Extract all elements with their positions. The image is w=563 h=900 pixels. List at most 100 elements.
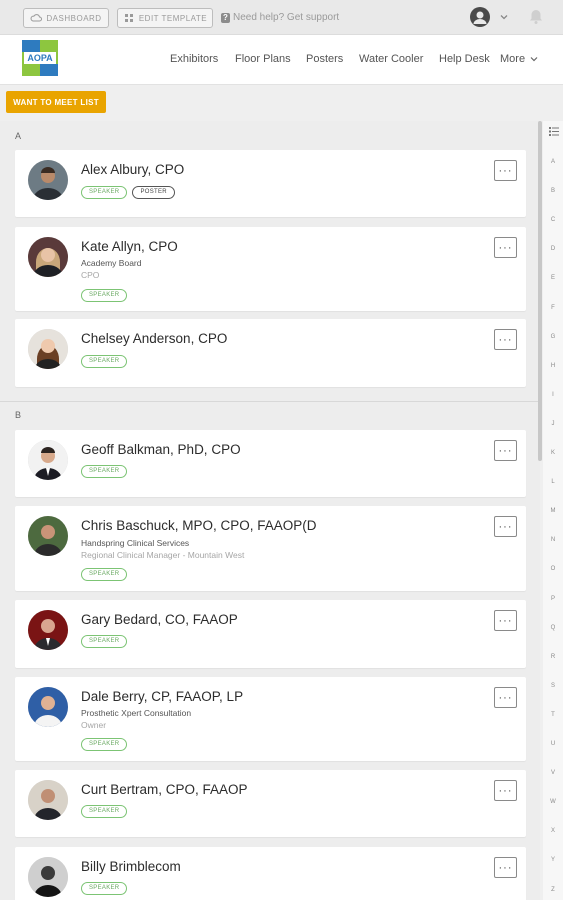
list-scrollbar[interactable] bbox=[538, 121, 542, 461]
alphabet-letter-p[interactable]: P bbox=[543, 596, 563, 602]
person-name: Alex Albury, CPO bbox=[81, 162, 185, 177]
nav-more[interactable]: More bbox=[500, 53, 538, 65]
dashboard-label: DASHBOARD bbox=[46, 13, 102, 23]
aopa-logo[interactable]: AOPA bbox=[22, 40, 58, 76]
cloud-icon bbox=[30, 14, 43, 22]
user-avatar[interactable] bbox=[470, 7, 490, 27]
person-name: Kate Allyn, CPO bbox=[81, 239, 178, 254]
alphabet-letter-z[interactable]: Z bbox=[543, 887, 563, 893]
alphabet-letter-v[interactable]: V bbox=[543, 770, 563, 776]
bell-icon[interactable] bbox=[528, 8, 544, 26]
speaker-badge: SPEAKER bbox=[81, 186, 128, 199]
person-title: Owner bbox=[81, 720, 107, 730]
alphabet-letter-i[interactable]: I bbox=[543, 392, 563, 398]
badge-group: SPEAKER bbox=[81, 882, 128, 895]
alphabet-letter-l[interactable]: L bbox=[543, 479, 563, 485]
speaker-badge: SPEAKER bbox=[81, 805, 128, 818]
person-title: CPO bbox=[81, 270, 100, 280]
person-card[interactable]: Dale Berry, CP, FAAOP, LP Prosthetic Xpe… bbox=[15, 677, 526, 761]
alphabet-letter-n[interactable]: N bbox=[543, 537, 563, 543]
speaker-badge: SPEAKER bbox=[81, 882, 128, 895]
alphabet-letter-q[interactable]: Q bbox=[543, 625, 563, 631]
speaker-badge: SPEAKER bbox=[81, 738, 128, 751]
badge-group: SPEAKER bbox=[81, 355, 128, 368]
more-options-button[interactable]: ··· bbox=[494, 329, 517, 350]
help-label: Need help? Get support bbox=[233, 12, 340, 23]
alphabet-letter-h[interactable]: H bbox=[543, 363, 563, 369]
badge-group: SPEAKER POSTER bbox=[81, 186, 175, 199]
alphabet-letter-o[interactable]: O bbox=[543, 566, 563, 572]
person-organization: Handspring Clinical Services bbox=[81, 538, 190, 548]
person-card[interactable]: Chelsey Anderson, CPO SPEAKER ··· bbox=[15, 319, 526, 387]
person-name: Gary Bedard, CO, FAAOP bbox=[81, 612, 238, 627]
more-options-button[interactable]: ··· bbox=[494, 780, 517, 801]
nav-exhibitors[interactable]: Exhibitors bbox=[170, 53, 218, 65]
nav-water-cooler[interactable]: Water Cooler bbox=[359, 53, 423, 65]
nav-posters[interactable]: Posters bbox=[306, 53, 343, 65]
person-name: Chris Baschuck, MPO, CPO, FAAOP(D bbox=[81, 518, 317, 533]
person-photo bbox=[28, 780, 68, 820]
list-icon[interactable] bbox=[549, 127, 559, 136]
alphabet-letter-d[interactable]: D bbox=[543, 246, 563, 252]
alphabet-letter-j[interactable]: J bbox=[543, 421, 563, 427]
grid-icon bbox=[124, 14, 133, 22]
more-options-button[interactable]: ··· bbox=[494, 160, 517, 181]
person-photo bbox=[28, 857, 68, 897]
person-card[interactable]: Alex Albury, CPO SPEAKER POSTER ··· bbox=[15, 150, 526, 217]
alphabet-letter-a[interactable]: A bbox=[543, 159, 563, 165]
person-photo bbox=[28, 610, 68, 650]
person-organization: Prosthetic Xpert Consultation bbox=[81, 708, 192, 718]
badge-group: SPEAKER bbox=[81, 805, 128, 818]
help-icon: ? bbox=[221, 12, 230, 23]
help-link[interactable]: ? Need help? Get support bbox=[221, 12, 339, 23]
alphabet-letter-c[interactable]: C bbox=[543, 217, 563, 223]
alphabet-letter-s[interactable]: S bbox=[543, 683, 563, 689]
user-icon bbox=[473, 11, 487, 24]
more-options-button[interactable]: ··· bbox=[494, 516, 517, 537]
alphabet-letter-b[interactable]: B bbox=[543, 188, 563, 194]
person-card[interactable]: Curt Bertram, CPO, FAAOP SPEAKER ··· bbox=[15, 770, 526, 837]
chevron-down-icon[interactable] bbox=[498, 11, 510, 23]
more-options-button[interactable]: ··· bbox=[494, 857, 517, 878]
alphabet-letter-y[interactable]: Y bbox=[543, 857, 563, 863]
alphabet-letter-e[interactable]: E bbox=[543, 275, 563, 281]
speaker-badge: SPEAKER bbox=[81, 568, 128, 581]
nav-floor-plans[interactable]: Floor Plans bbox=[235, 53, 291, 65]
alphabet-letter-k[interactable]: K bbox=[543, 450, 563, 456]
person-name: Curt Bertram, CPO, FAAOP bbox=[81, 782, 248, 797]
person-photo bbox=[28, 237, 68, 277]
person-photo bbox=[28, 687, 68, 727]
alphabet-letter-w[interactable]: W bbox=[543, 799, 563, 805]
section-divider bbox=[0, 401, 540, 402]
person-photo bbox=[28, 329, 68, 369]
section-letter: A bbox=[15, 131, 22, 141]
alphabet-letter-f[interactable]: F bbox=[543, 305, 563, 311]
more-options-button[interactable]: ··· bbox=[494, 237, 517, 258]
person-name: Billy Brimblecom bbox=[81, 859, 181, 874]
person-name: Chelsey Anderson, CPO bbox=[81, 331, 228, 346]
alphabet-letter-g[interactable]: G bbox=[543, 334, 563, 340]
alphabet-letter-x[interactable]: X bbox=[543, 828, 563, 834]
speaker-badge: SPEAKER bbox=[81, 355, 128, 368]
dashboard-button[interactable]: DASHBOARD bbox=[23, 8, 109, 28]
badge-group: SPEAKER bbox=[81, 289, 128, 302]
person-card[interactable]: Kate Allyn, CPO Academy Board CPO SPEAKE… bbox=[15, 227, 526, 311]
person-photo bbox=[28, 160, 68, 200]
person-card[interactable]: Billy Brimblecom SPEAKER ··· bbox=[15, 847, 526, 900]
want-to-meet-list-button[interactable]: WANT TO MEET LIST bbox=[6, 91, 106, 113]
person-card[interactable]: Geoff Balkman, PhD, CPO SPEAKER ··· bbox=[15, 430, 526, 497]
alphabet-letter-r[interactable]: R bbox=[543, 654, 563, 660]
alphabet-letter-u[interactable]: U bbox=[543, 741, 563, 747]
more-options-button[interactable]: ··· bbox=[494, 610, 517, 631]
speaker-badge: SPEAKER bbox=[81, 465, 128, 478]
more-options-button[interactable]: ··· bbox=[494, 687, 517, 708]
poster-badge: POSTER bbox=[132, 186, 175, 199]
alphabet-letter-m[interactable]: M bbox=[543, 508, 563, 514]
person-card[interactable]: Chris Baschuck, MPO, CPO, FAAOP(D Handsp… bbox=[15, 506, 526, 591]
alphabet-letter-t[interactable]: T bbox=[543, 712, 563, 718]
edit-template-button[interactable]: EDIT TEMPLATE bbox=[117, 8, 213, 28]
more-options-button[interactable]: ··· bbox=[494, 440, 517, 461]
person-card[interactable]: Gary Bedard, CO, FAAOP SPEAKER ··· bbox=[15, 600, 526, 668]
edit-template-label: EDIT TEMPLATE bbox=[138, 13, 208, 23]
nav-help-desk[interactable]: Help Desk bbox=[439, 53, 490, 65]
